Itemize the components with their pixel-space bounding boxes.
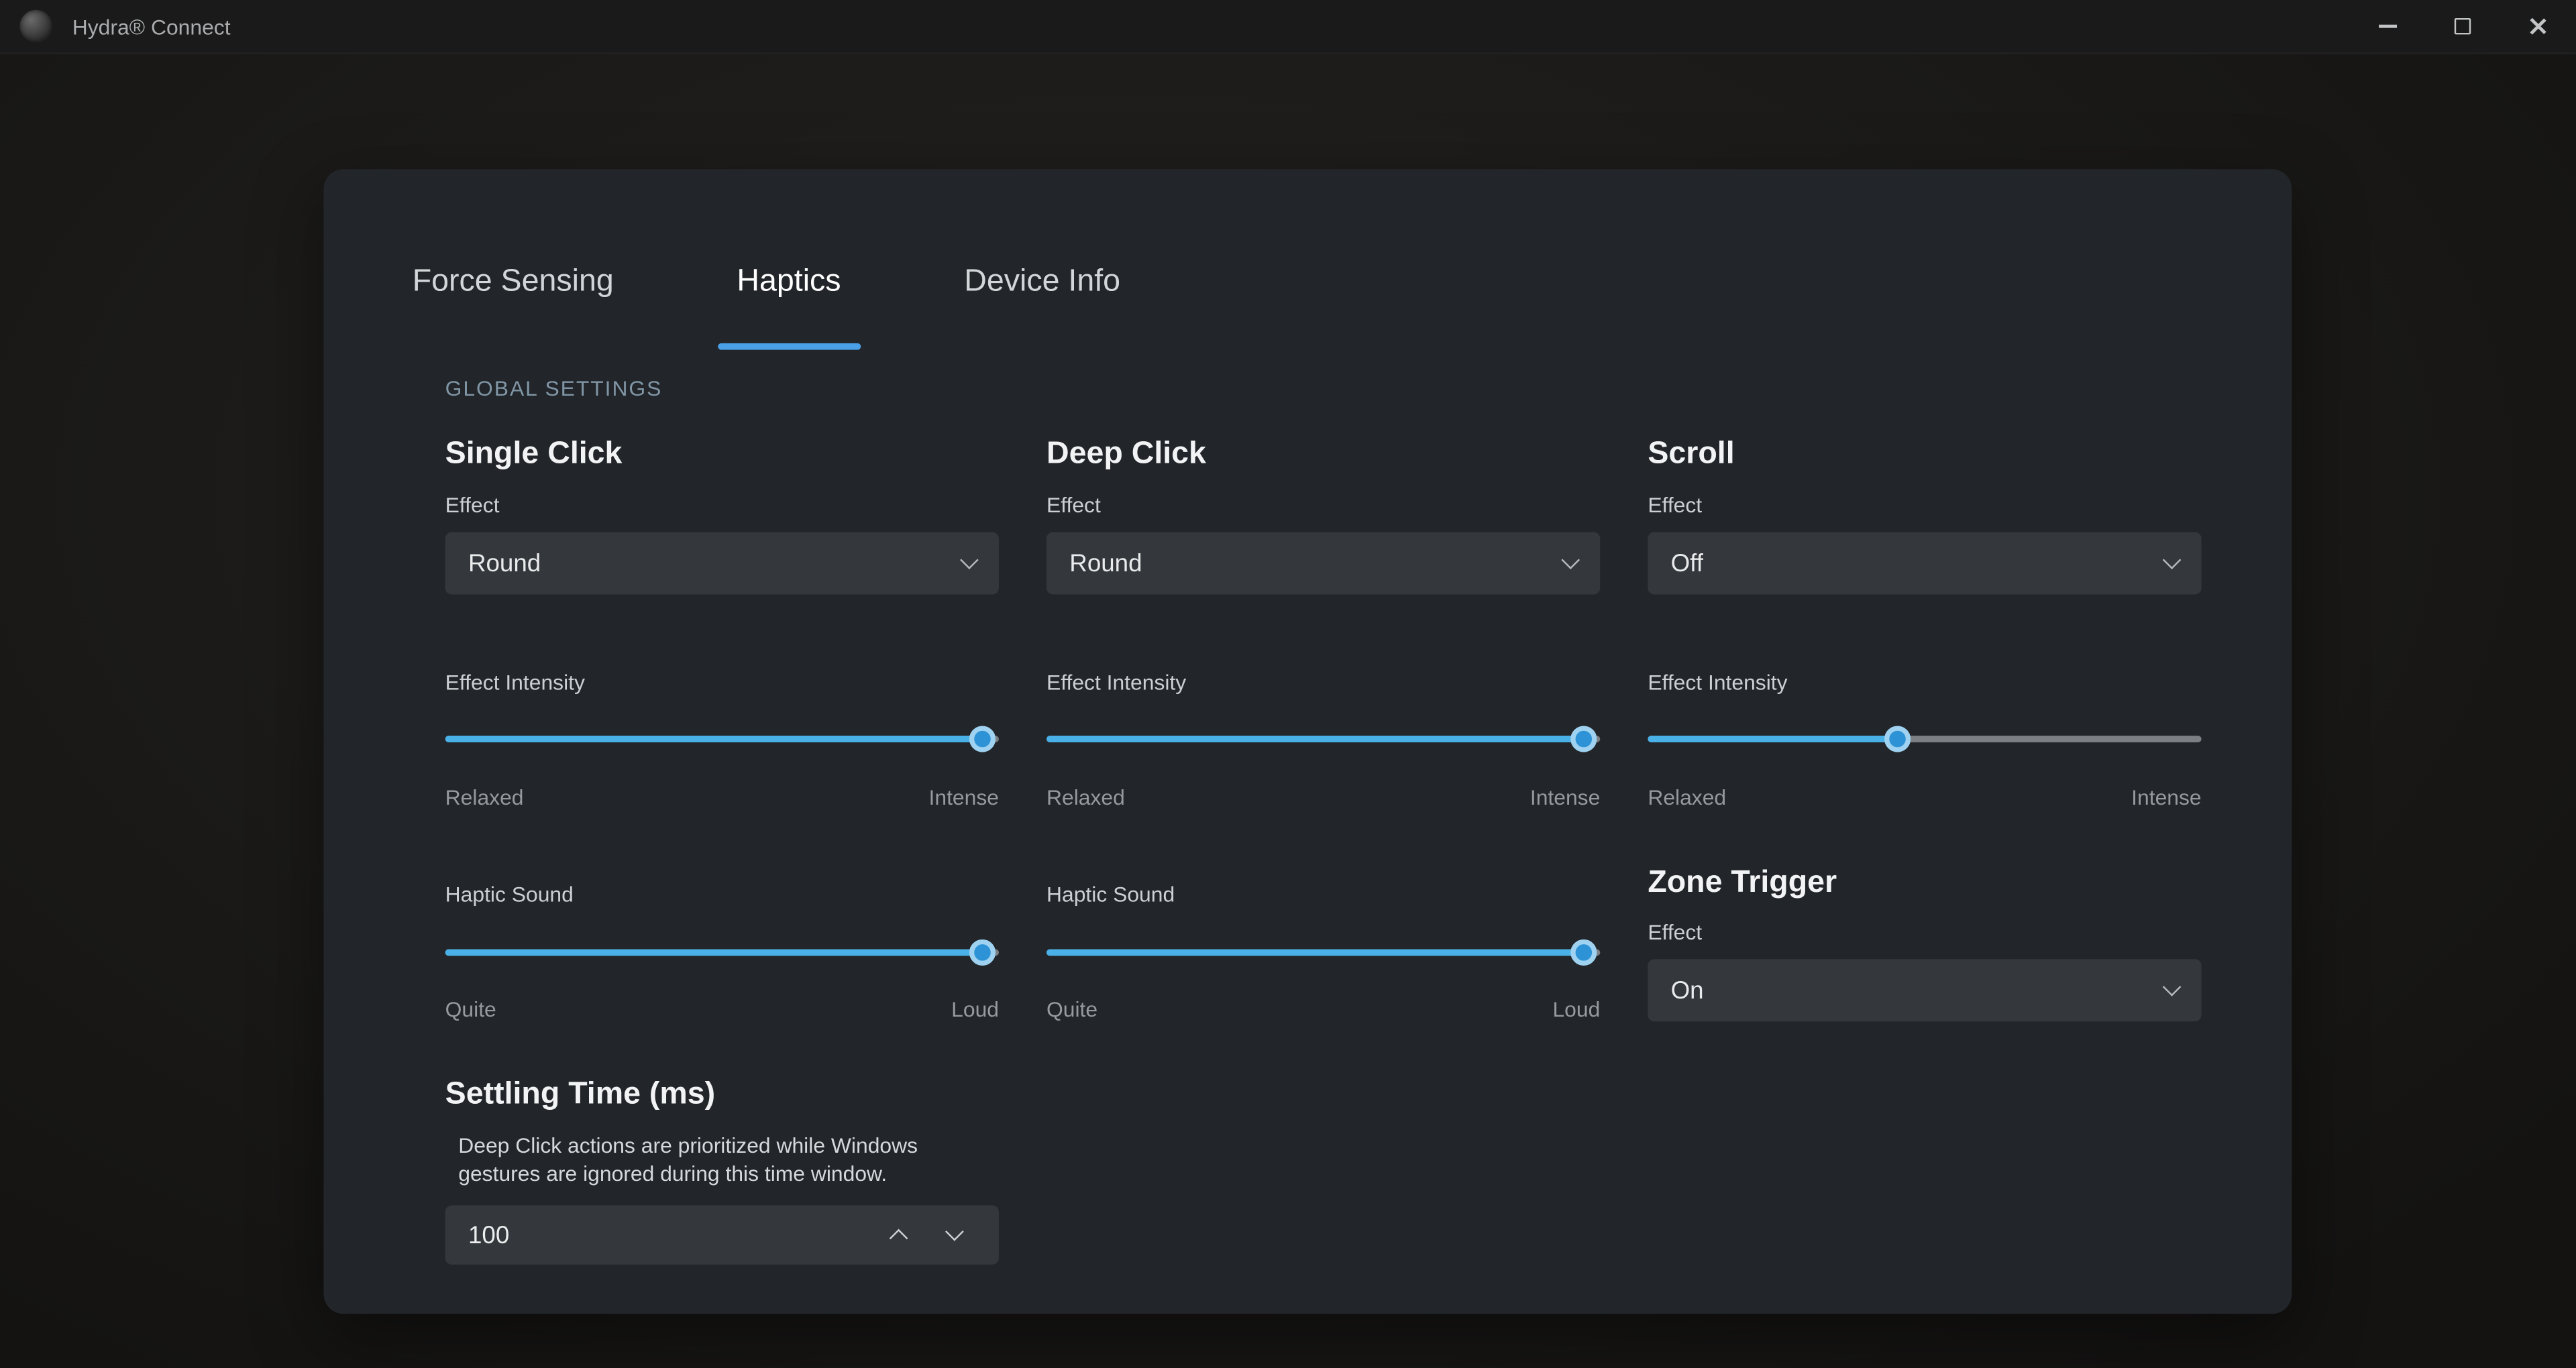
intensity-range-labels: Relaxed Intense — [1648, 785, 2201, 810]
settings-card: Force Sensing Haptics Device Info GLOBAL… — [323, 169, 2292, 1314]
effect-label: Effect — [1046, 493, 1600, 518]
minimize-icon — [2378, 25, 2396, 28]
slider-fill — [1046, 950, 1584, 956]
slider-thumb[interactable] — [1570, 726, 1597, 752]
decrement-button[interactable] — [926, 1206, 982, 1265]
intensity-label: Effect Intensity — [1648, 670, 2201, 695]
settling-time-stepper — [445, 1206, 999, 1265]
settings-columns: Single Click Effect Round Effect Intensi… — [445, 437, 2203, 1264]
app-window: Hydra® Connect Force Sensing Haptics Dev… — [0, 0, 2576, 1368]
scroll-effect-select[interactable]: Off — [1648, 532, 2201, 594]
zone-trigger-effect-select[interactable]: On — [1648, 959, 2201, 1021]
range-min-label: Relaxed — [1046, 785, 1125, 810]
slider-fill — [1046, 736, 1584, 742]
effect-label: Effect — [445, 493, 999, 518]
window-controls — [2349, 0, 2576, 52]
close-button[interactable] — [2500, 0, 2576, 52]
effect-label: Effect — [1648, 493, 2201, 518]
deep-click-column: Deep Click Effect Round Effect Intensity… — [1046, 437, 1600, 1264]
app-logo-icon — [19, 10, 52, 43]
range-max-label: Intense — [1530, 785, 1600, 810]
tab-device-info[interactable]: Device Info — [964, 264, 1120, 349]
range-min-label: Relaxed — [445, 785, 524, 810]
settling-time-description: Deep Click actions are prioritized while… — [445, 1131, 965, 1187]
select-value: Round — [468, 549, 541, 577]
chevron-down-icon — [945, 1222, 964, 1241]
tab-haptics[interactable]: Haptics — [737, 264, 841, 349]
scroll-column: Scroll Effect Off Effect Intensity Relax… — [1648, 437, 2201, 1264]
select-value: Off — [1671, 549, 1703, 577]
slider-fill — [445, 736, 983, 742]
range-max-label: Loud — [1552, 997, 1600, 1022]
settling-time-input[interactable] — [468, 1221, 871, 1249]
range-min-label: Quite — [1046, 997, 1097, 1022]
tab-bar: Force Sensing Haptics Device Info — [413, 264, 2203, 349]
slider-thumb[interactable] — [1884, 726, 1910, 752]
single-click-title: Single Click — [445, 437, 999, 473]
sound-range-labels: Quite Loud — [445, 997, 999, 1022]
slider-thumb[interactable] — [1570, 939, 1597, 966]
deep-click-intensity-slider[interactable] — [1046, 726, 1600, 752]
chevron-down-icon — [2163, 551, 2182, 569]
section-header: GLOBAL SETTINGS — [445, 376, 2203, 401]
select-value: On — [1671, 976, 1704, 1005]
tab-force-sensing[interactable]: Force Sensing — [413, 264, 614, 349]
minimize-button[interactable] — [2349, 0, 2425, 52]
chevron-down-icon — [2163, 978, 2182, 996]
slider-thumb[interactable] — [969, 726, 996, 752]
settling-time-title: Settling Time (ms) — [445, 1078, 999, 1114]
scroll-intensity-slider[interactable] — [1648, 726, 2201, 752]
single-click-effect-select[interactable]: Round — [445, 532, 999, 594]
intensity-label: Effect Intensity — [1046, 670, 1600, 695]
single-click-sound-slider[interactable] — [445, 939, 999, 966]
sound-label: Haptic Sound — [1046, 882, 1600, 907]
maximize-icon — [2455, 18, 2471, 34]
chevron-down-icon — [1561, 551, 1580, 569]
range-max-label: Intense — [929, 785, 999, 810]
slider-thumb[interactable] — [969, 939, 996, 966]
active-tab-indicator — [717, 343, 861, 350]
intensity-label: Effect Intensity — [445, 670, 999, 695]
select-value: Round — [1069, 549, 1142, 577]
slider-fill — [1648, 736, 1896, 742]
scroll-title: Scroll — [1648, 437, 2201, 473]
deep-click-sound-slider[interactable] — [1046, 939, 1600, 966]
close-icon — [2528, 16, 2548, 36]
deep-click-effect-select[interactable]: Round — [1046, 532, 1600, 594]
sound-range-labels: Quite Loud — [1046, 997, 1600, 1022]
deep-click-title: Deep Click — [1046, 437, 1600, 473]
tab-haptics-label: Haptics — [737, 264, 841, 298]
maximize-button[interactable] — [2425, 0, 2501, 52]
chevron-up-icon — [890, 1229, 908, 1248]
sound-label: Haptic Sound — [445, 882, 999, 907]
intensity-range-labels: Relaxed Intense — [1046, 785, 1600, 810]
titlebar: Hydra® Connect — [0, 0, 2576, 54]
range-min-label: Quite — [445, 997, 496, 1022]
single-click-column: Single Click Effect Round Effect Intensi… — [445, 437, 999, 1264]
slider-fill — [445, 950, 983, 956]
intensity-range-labels: Relaxed Intense — [445, 785, 999, 810]
chevron-down-icon — [960, 551, 979, 569]
range-min-label: Relaxed — [1648, 785, 1726, 810]
range-max-label: Intense — [2131, 785, 2201, 810]
effect-label: Effect — [1648, 919, 2201, 944]
range-max-label: Loud — [951, 997, 999, 1022]
zone-trigger-title: Zone Trigger — [1648, 866, 2201, 902]
single-click-intensity-slider[interactable] — [445, 726, 999, 752]
app-title: Hydra® Connect — [72, 14, 231, 39]
increment-button[interactable] — [871, 1206, 926, 1265]
